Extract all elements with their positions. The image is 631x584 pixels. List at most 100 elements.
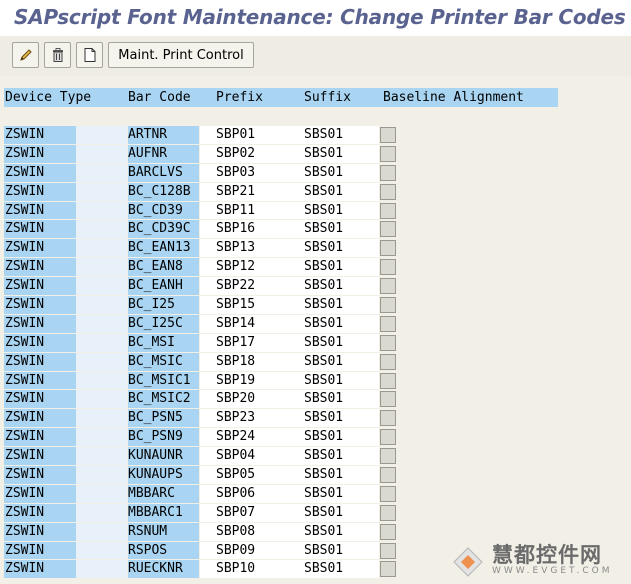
cell-prefix[interactable]: SBP17 (200, 333, 288, 352)
cell-suffix[interactable]: SBS01 (288, 371, 379, 390)
cell-device-type-padding (76, 466, 127, 484)
baseline-alignment-checkbox[interactable] (380, 221, 396, 238)
cell-prefix[interactable]: SBP20 (200, 390, 288, 409)
baseline-alignment-checkbox[interactable] (380, 278, 396, 295)
baseline-alignment-checkbox[interactable] (380, 448, 396, 465)
baseline-alignment-checkbox[interactable] (380, 297, 396, 314)
cell-suffix[interactable]: SBS01 (288, 239, 379, 258)
baseline-alignment-checkbox[interactable] (380, 561, 396, 578)
cell-device-type-padding (76, 352, 127, 371)
cell-device-type: ZSWIN (4, 484, 76, 503)
cell-suffix[interactable]: SBS01 (288, 503, 379, 522)
cell-prefix[interactable]: SBP04 (200, 447, 288, 466)
cell-prefix[interactable]: SBP23 (200, 409, 288, 428)
cell-suffix[interactable]: SBS01 (288, 522, 379, 541)
cell-prefix[interactable]: SBP16 (200, 220, 288, 239)
cell-suffix[interactable]: SBS01 (288, 314, 379, 333)
cell-device-type-padding (76, 163, 127, 182)
baseline-alignment-checkbox[interactable] (380, 429, 396, 446)
cell-suffix[interactable]: SBS01 (288, 560, 379, 579)
baseline-alignment-checkbox[interactable] (380, 467, 396, 484)
cell-prefix[interactable]: SBP09 (200, 541, 288, 560)
baseline-alignment-checkbox[interactable] (380, 485, 396, 502)
cell-suffix[interactable]: SBS01 (288, 144, 379, 163)
cell-prefix[interactable]: SBP15 (200, 296, 288, 314)
cell-prefix[interactable]: SBP07 (200, 503, 288, 522)
new-entry-button[interactable] (76, 42, 103, 68)
cell-prefix[interactable]: SBP12 (200, 258, 288, 277)
baseline-alignment-checkbox[interactable] (380, 164, 396, 181)
cell-bar-code: BC_PSN5 (128, 409, 199, 428)
cell-suffix[interactable]: SBS01 (288, 447, 379, 466)
cell-suffix[interactable]: SBS01 (288, 484, 379, 503)
cell-suffix[interactable]: SBS01 (288, 352, 379, 371)
cell-device-type: ZSWIN (4, 314, 76, 333)
cell-device-type: ZSWIN (4, 390, 76, 409)
new-document-icon (84, 48, 95, 62)
maint-print-control-button[interactable]: Maint. Print Control (108, 42, 254, 68)
cell-prefix[interactable]: SBP01 (200, 126, 288, 144)
cell-suffix[interactable]: SBS01 (288, 466, 379, 484)
baseline-alignment-checkbox[interactable] (380, 183, 396, 200)
baseline-alignment-checkbox[interactable] (380, 145, 396, 162)
cell-bar-code: ARTNR (128, 126, 199, 144)
cell-device-type-padding (76, 560, 127, 579)
cell-device-type: ZSWIN (4, 503, 76, 522)
baseline-alignment-checkbox[interactable] (380, 315, 396, 332)
cell-prefix[interactable]: SBP03 (200, 163, 288, 182)
cell-suffix[interactable]: SBS01 (288, 163, 379, 182)
cell-suffix[interactable]: SBS01 (288, 333, 379, 352)
cell-device-type: ZSWIN (4, 144, 76, 163)
baseline-alignment-checkbox[interactable] (380, 504, 396, 521)
cell-prefix[interactable]: SBP14 (200, 314, 288, 333)
baseline-alignment-checkbox[interactable] (380, 259, 396, 276)
cell-suffix[interactable]: SBS01 (288, 541, 379, 560)
cell-prefix[interactable]: SBP08 (200, 522, 288, 541)
baseline-alignment-checkbox[interactable] (380, 372, 396, 389)
cell-prefix[interactable]: SBP02 (200, 144, 288, 163)
cell-prefix[interactable]: SBP13 (200, 239, 288, 258)
cell-suffix[interactable]: SBS01 (288, 428, 379, 447)
cell-suffix[interactable]: SBS01 (288, 390, 379, 409)
delete-button[interactable] (44, 42, 71, 68)
cell-suffix[interactable]: SBS01 (288, 201, 379, 220)
cell-prefix[interactable]: SBP21 (200, 182, 288, 201)
cell-suffix[interactable]: SBS01 (288, 277, 379, 296)
cell-suffix[interactable]: SBS01 (288, 296, 379, 314)
cell-prefix[interactable]: SBP05 (200, 466, 288, 484)
baseline-alignment-checkbox[interactable] (380, 202, 396, 219)
cell-suffix[interactable]: SBS01 (288, 182, 379, 201)
baseline-alignment-checkbox[interactable] (380, 410, 396, 427)
cell-suffix[interactable]: SBS01 (288, 258, 379, 277)
column-header-baseline-alignment[interactable]: Baseline Alignment (383, 88, 558, 107)
cell-prefix[interactable]: SBP06 (200, 484, 288, 503)
cell-device-type: ZSWIN (4, 220, 76, 239)
cell-bar-code: BC_I25C (128, 314, 199, 333)
cell-prefix[interactable]: SBP19 (200, 371, 288, 390)
cell-prefix[interactable]: SBP24 (200, 428, 288, 447)
cell-prefix[interactable]: SBP11 (200, 201, 288, 220)
cell-bar-code: BC_I25 (128, 296, 199, 314)
baseline-alignment-checkbox[interactable] (380, 391, 396, 408)
baseline-alignment-checkbox[interactable] (380, 240, 396, 257)
cell-prefix[interactable]: SBP10 (200, 560, 288, 579)
cell-device-type: ZSWIN (4, 352, 76, 371)
cell-suffix[interactable]: SBS01 (288, 126, 379, 144)
cell-prefix[interactable]: SBP18 (200, 352, 288, 371)
baseline-alignment-checkbox[interactable] (380, 334, 396, 351)
column-header-device-type[interactable]: Device Type (4, 88, 127, 107)
cell-device-type: ZSWIN (4, 409, 76, 428)
edit-button[interactable] (12, 42, 39, 68)
cell-bar-code: BARCLVS (128, 163, 199, 182)
column-header-suffix[interactable]: Suffix (304, 88, 383, 107)
cell-prefix[interactable]: SBP22 (200, 277, 288, 296)
cell-suffix[interactable]: SBS01 (288, 409, 379, 428)
cell-device-type-padding (76, 484, 127, 503)
baseline-alignment-checkbox[interactable] (380, 353, 396, 370)
cell-suffix[interactable]: SBS01 (288, 220, 379, 239)
baseline-alignment-checkbox[interactable] (380, 542, 396, 559)
baseline-alignment-checkbox[interactable] (380, 127, 396, 143)
baseline-alignment-checkbox[interactable] (380, 523, 396, 540)
column-header-bar-code[interactable]: Bar Code (127, 88, 216, 107)
column-header-prefix[interactable]: Prefix (216, 88, 304, 107)
